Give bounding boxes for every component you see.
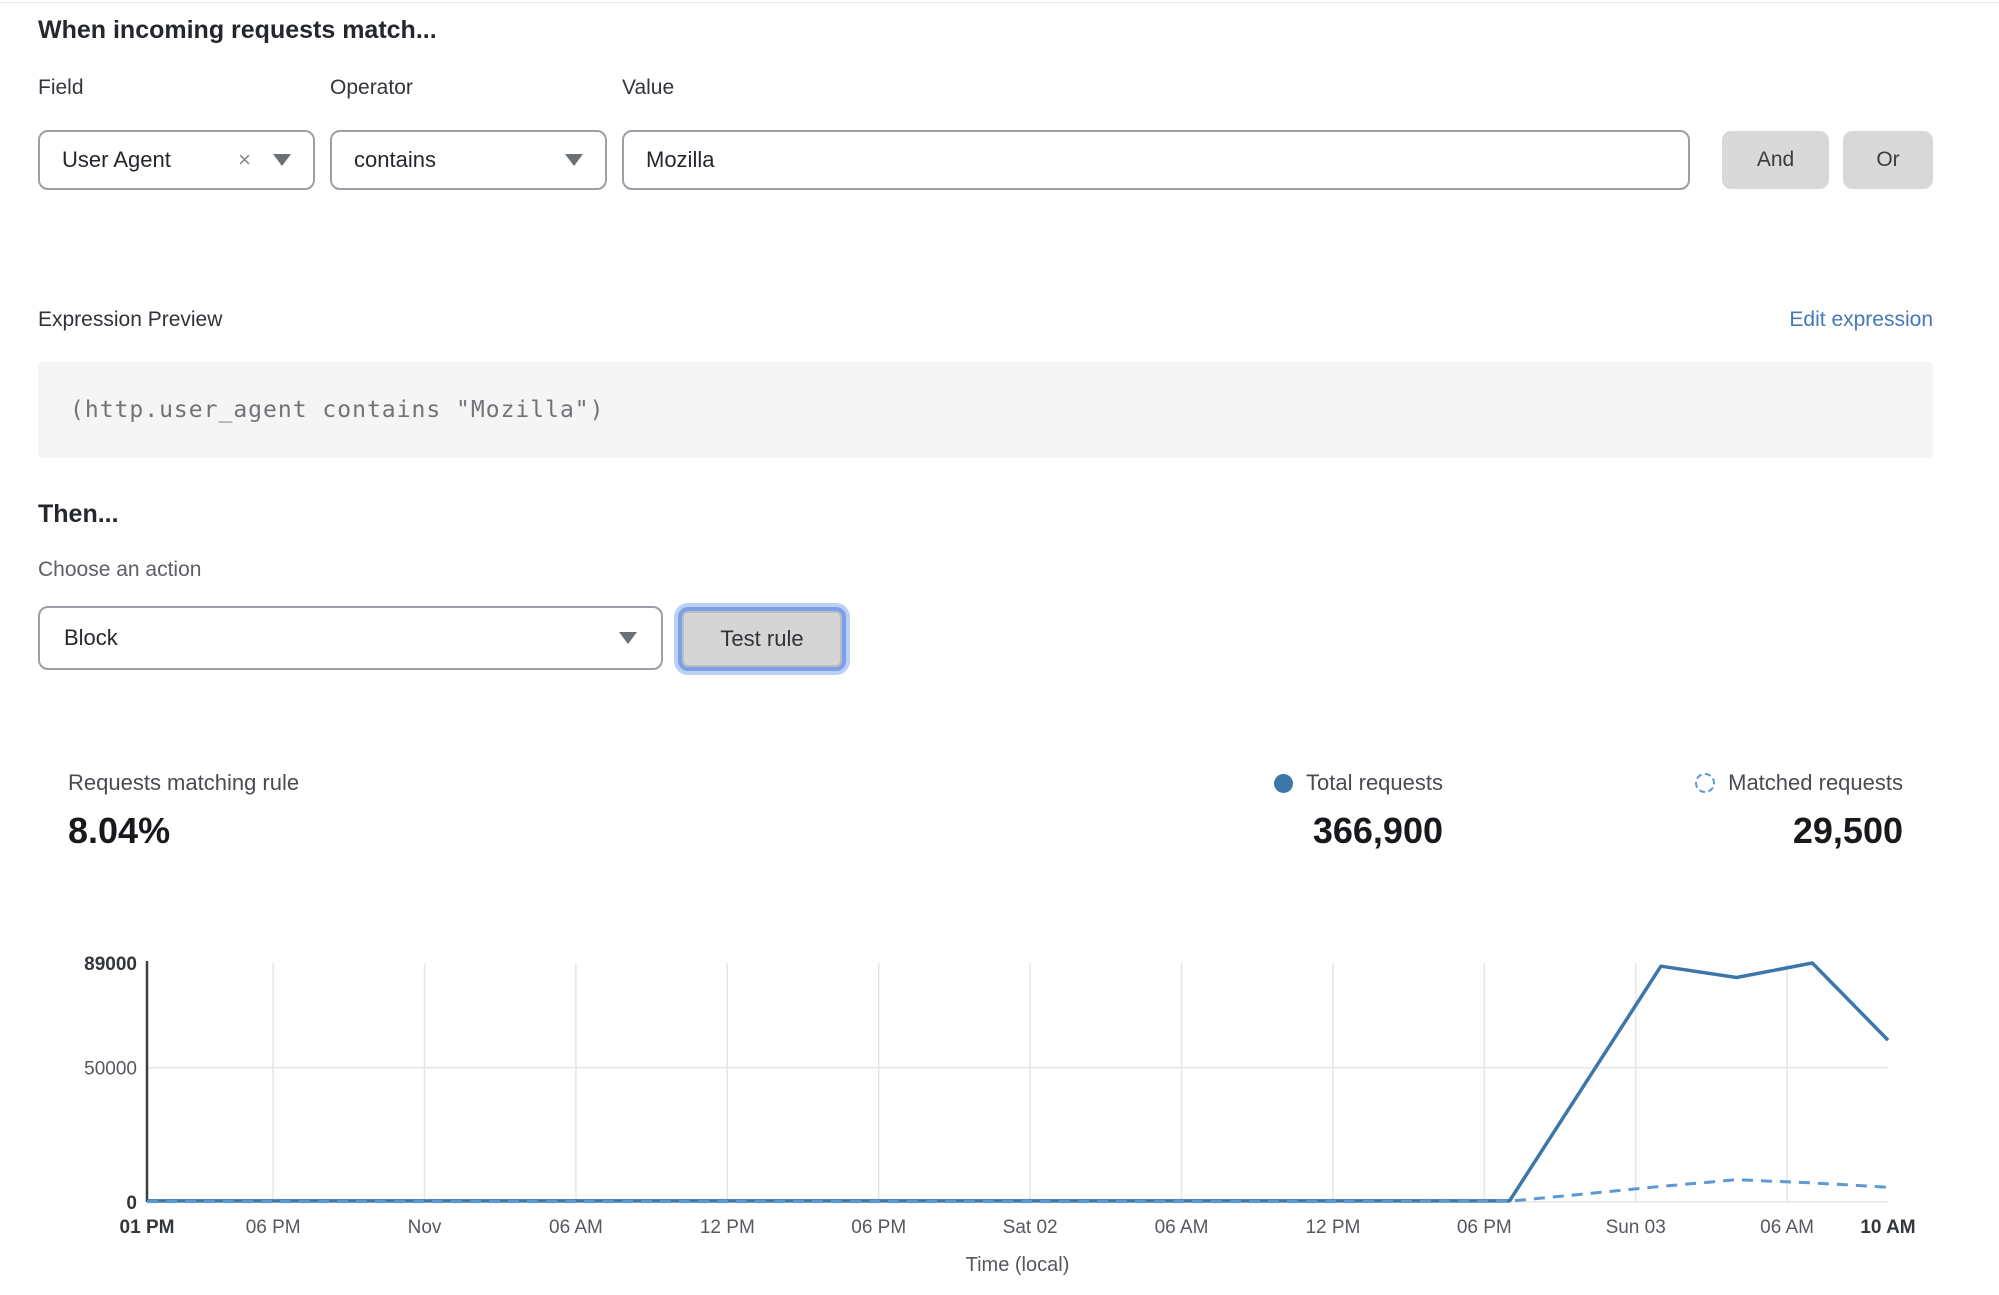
choose-action-label: Choose an action [38, 558, 201, 582]
y-tick-label: 89000 [84, 954, 137, 975]
solid-series-dot-icon [1274, 774, 1293, 793]
expression-code-box: (http.user_agent contains "Mozilla") [38, 362, 1933, 458]
value-label: Value [622, 76, 674, 100]
operator-select-value: contains [354, 147, 436, 173]
x-tick-label: 06 PM [1457, 1217, 1512, 1238]
x-axis-title: Time (local) [966, 1254, 1070, 1276]
x-tick-label: 06 AM [549, 1217, 603, 1238]
total-requests-stat: Total requests 366,900 [1100, 770, 1443, 852]
x-tick-label: 10 AM [1860, 1217, 1915, 1238]
series-line-solid [147, 963, 1888, 1201]
matched-requests-label: Matched requests [1728, 770, 1903, 796]
chevron-down-icon[interactable] [565, 154, 583, 166]
total-requests-legend[interactable]: Total requests [1100, 770, 1443, 796]
rule-builder-title: When incoming requests match... [38, 16, 437, 45]
field-select-value: User Agent [62, 147, 171, 173]
total-requests-label: Total requests [1306, 770, 1443, 796]
y-tick-label: 0 [126, 1193, 137, 1214]
x-tick-label: 12 PM [700, 1217, 755, 1238]
test-rule-button[interactable]: Test rule [682, 611, 842, 667]
or-button[interactable]: Or [1843, 131, 1933, 189]
total-requests-value: 366,900 [1100, 810, 1443, 852]
value-input[interactable] [622, 130, 1690, 190]
matching-rule-stat: Requests matching rule 8.04% [68, 770, 299, 852]
x-tick-label: 06 AM [1155, 1217, 1209, 1238]
matched-requests-value: 29,500 [1560, 810, 1903, 852]
x-tick-label: 01 PM [120, 1217, 175, 1238]
matched-requests-legend[interactable]: Matched requests [1560, 770, 1903, 796]
expression-code: (http.user_agent contains "Mozilla") [70, 397, 605, 423]
x-tick-label: 06 AM [1760, 1217, 1814, 1238]
x-tick-label: Nov [408, 1217, 442, 1238]
x-tick-label: Sat 02 [1003, 1217, 1058, 1238]
matching-rule-label: Requests matching rule [68, 770, 299, 796]
dashed-series-circle-icon [1695, 773, 1715, 793]
chevron-down-icon[interactable] [273, 154, 291, 166]
series-line-dashed [147, 1180, 1888, 1202]
chevron-down-icon[interactable] [619, 632, 637, 644]
x-tick-label: 06 PM [851, 1217, 906, 1238]
matching-rule-value: 8.04% [68, 810, 299, 852]
operator-label: Operator [330, 76, 413, 100]
edit-expression-link[interactable]: Edit expression [1789, 308, 1933, 332]
requests-chart: 0 50000 89000 01 PM 06 PM Nov 06 AM 12 PM 06 PM S… [0, 930, 1999, 1295]
operator-select[interactable]: contains [330, 130, 607, 190]
action-select[interactable]: Block [38, 606, 663, 670]
field-select[interactable]: User Agent × [38, 130, 315, 190]
and-button[interactable]: And [1722, 131, 1829, 189]
then-title: Then... [38, 500, 119, 529]
expression-preview-label: Expression Preview [38, 308, 222, 332]
action-select-value: Block [64, 625, 118, 651]
y-tick-label: 50000 [84, 1059, 137, 1080]
x-tick-label: 12 PM [1305, 1217, 1360, 1238]
clear-field-icon[interactable]: × [238, 149, 251, 171]
x-tick-label: Sun 03 [1606, 1217, 1666, 1238]
top-divider [0, 2, 1999, 3]
x-tick-label: 06 PM [246, 1217, 301, 1238]
matched-requests-stat: Matched requests 29,500 [1560, 770, 1903, 852]
field-label: Field [38, 76, 84, 100]
